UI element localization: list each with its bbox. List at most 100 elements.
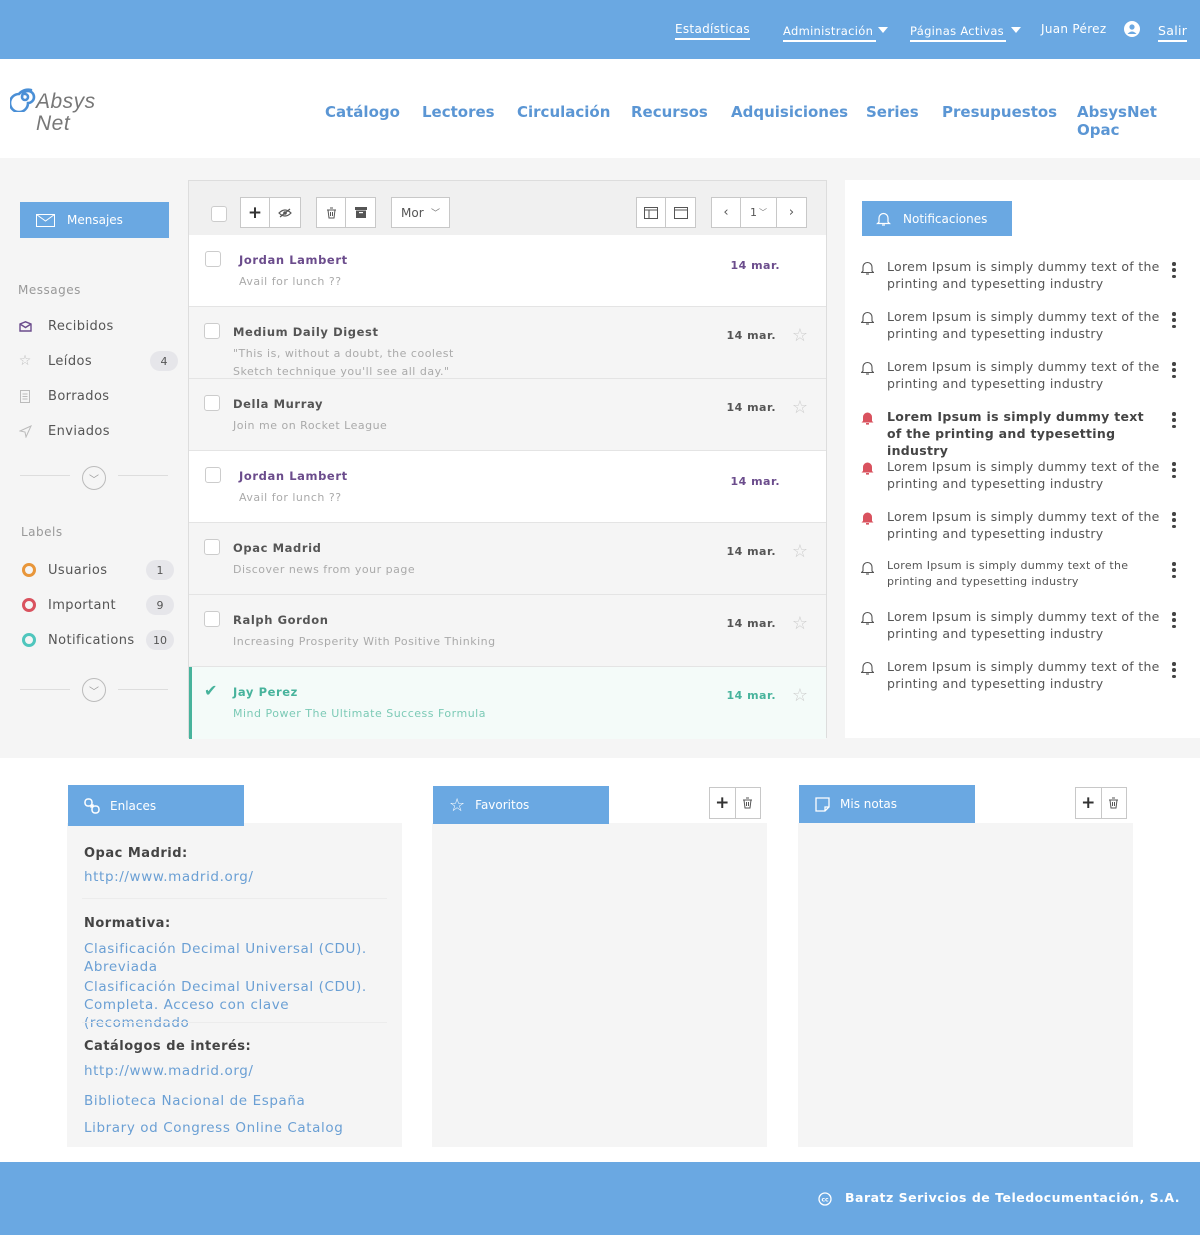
chevron-down-icon[interactable] bbox=[878, 27, 888, 33]
row-checkbox[interactable] bbox=[204, 395, 220, 411]
row-checkbox-checked[interactable]: ✔ bbox=[204, 683, 220, 699]
more-vertical-icon[interactable] bbox=[1172, 262, 1176, 278]
delete-button[interactable] bbox=[1100, 788, 1127, 818]
notificaciones-button[interactable]: Notificaciones bbox=[862, 201, 1012, 236]
add-button[interactable]: + bbox=[710, 788, 735, 818]
chevron-down-icon[interactable] bbox=[1011, 27, 1021, 33]
nav-catalogo[interactable]: Catálogo bbox=[325, 103, 400, 121]
star-icon[interactable]: ☆ bbox=[792, 397, 808, 418]
paginas-activas-menu[interactable]: Páginas Activas bbox=[910, 24, 1006, 42]
notification-text: Lorem Ipsum is simply dummy text of the … bbox=[887, 309, 1160, 341]
nav-lectores[interactable]: Lectores bbox=[422, 103, 495, 121]
row-checkbox[interactable] bbox=[204, 611, 220, 627]
inbox-icon bbox=[18, 319, 32, 333]
bell-icon bbox=[860, 560, 875, 575]
delete-button[interactable] bbox=[734, 788, 761, 818]
star-icon[interactable]: ☆ bbox=[792, 325, 808, 346]
delete-button[interactable] bbox=[316, 197, 346, 228]
more-vertical-icon[interactable] bbox=[1172, 612, 1176, 628]
folder-label: Enviados bbox=[48, 423, 110, 439]
row-checkbox[interactable] bbox=[205, 467, 221, 483]
more-vertical-icon[interactable] bbox=[1172, 362, 1176, 378]
svg-text:cc: cc bbox=[821, 1197, 829, 1204]
teal-ring-icon bbox=[22, 633, 36, 647]
mail-toolbar: + Mor ﹀ ‹ 1 ﹀ › bbox=[189, 181, 826, 235]
star-icon[interactable]: ☆ bbox=[792, 685, 808, 706]
label-usuarios[interactable]: Usuarios 1 bbox=[22, 559, 174, 581]
prev-page-button[interactable]: ‹ bbox=[711, 197, 741, 228]
catalogo-link[interactable]: Library od Congress Online Catalog bbox=[84, 1119, 343, 1137]
message-row[interactable]: Jordan Lambert Avail for lunch ?? 14 mar… bbox=[189, 235, 826, 307]
archive-button[interactable] bbox=[345, 197, 376, 228]
notification-item[interactable]: Lorem Ipsum is simply dummy text of the … bbox=[861, 458, 1186, 498]
next-page-button[interactable]: › bbox=[776, 197, 807, 228]
notification-item[interactable]: Lorem Ipsum is simply dummy text of the … bbox=[861, 508, 1186, 548]
folder-borrados[interactable]: Borrados bbox=[18, 385, 178, 407]
folder-leidos[interactable]: ☆ Leídos 4 bbox=[18, 350, 178, 372]
message-row[interactable]: Medium Daily Digest "This is, without a … bbox=[189, 307, 826, 379]
star-icon[interactable]: ☆ bbox=[792, 613, 808, 634]
opac-link[interactable]: http://www.madrid.org/ bbox=[84, 868, 254, 886]
divider bbox=[118, 475, 168, 476]
normativa-link[interactable]: Clasificación Decimal Universal (CDU). A… bbox=[84, 940, 384, 976]
orange-ring-icon bbox=[22, 563, 36, 577]
add-button[interactable]: + bbox=[240, 197, 270, 228]
row-checkbox[interactable] bbox=[205, 251, 221, 267]
administracion-menu[interactable]: Administración bbox=[783, 24, 876, 42]
message-row[interactable]: Jordan Lambert Avail for lunch ?? 14 mar… bbox=[189, 451, 826, 523]
folder-enviados[interactable]: Enviados bbox=[18, 420, 178, 442]
nav-adquisiciones[interactable]: Adquisiciones bbox=[731, 103, 848, 121]
absysnet-logo[interactable]: Absys Net bbox=[10, 82, 120, 142]
more-dropdown[interactable]: Mor ﹀ bbox=[391, 197, 450, 228]
row-checkbox[interactable] bbox=[204, 323, 220, 339]
hide-button[interactable] bbox=[269, 197, 301, 228]
more-vertical-icon[interactable] bbox=[1172, 312, 1176, 328]
star-icon[interactable]: ☆ bbox=[792, 541, 808, 562]
notification-item[interactable]: Lorem Ipsum is simply dummy text of the … bbox=[860, 558, 1186, 598]
message-row[interactable]: Della Murray Join me on Rocket League 14… bbox=[189, 379, 826, 451]
mis-notas-header: Mis notas bbox=[799, 785, 975, 823]
notification-item[interactable]: Lorem Ipsum is simply dummy text of the … bbox=[860, 258, 1186, 298]
sender-name: Ralph Gordon bbox=[233, 613, 329, 627]
more-vertical-icon[interactable] bbox=[1172, 562, 1176, 578]
nav-presupuestos[interactable]: Presupuestos bbox=[942, 103, 1057, 121]
notification-item[interactable]: Lorem Ipsum is simply dummy text of the … bbox=[860, 608, 1186, 648]
split-view-button[interactable] bbox=[636, 197, 666, 228]
catalogo-link[interactable]: http://www.madrid.org/ bbox=[84, 1062, 254, 1080]
nav-recursos[interactable]: Recursos bbox=[631, 103, 708, 121]
expand-chevron-icon[interactable]: ﹀ bbox=[82, 466, 106, 490]
message-row[interactable]: Ralph Gordon Increasing Prosperity With … bbox=[189, 595, 826, 667]
label-name: Usuarios bbox=[48, 562, 108, 578]
folder-recibidos[interactable]: Recibidos bbox=[18, 315, 178, 337]
nav-series[interactable]: Series bbox=[866, 103, 919, 121]
notification-item[interactable]: Lorem Ipsum is simply dummy text of the … bbox=[860, 358, 1186, 398]
nav-circulacion[interactable]: Circulación bbox=[517, 103, 610, 121]
message-row-selected[interactable]: ✔ Jay Perez Mind Power The Ultimate Succ… bbox=[189, 667, 826, 739]
user-icon[interactable] bbox=[1124, 21, 1140, 37]
more-vertical-icon[interactable] bbox=[1172, 412, 1176, 428]
label-important[interactable]: Important 9 bbox=[22, 594, 174, 616]
row-checkbox[interactable] bbox=[204, 539, 220, 555]
expand-chevron-icon[interactable]: ﹀ bbox=[82, 678, 106, 702]
label-notifications[interactable]: Notifications 10 bbox=[22, 629, 174, 651]
add-button[interactable]: + bbox=[1076, 788, 1101, 818]
estadisticas-link[interactable]: Estadísticas bbox=[675, 22, 750, 40]
full-view-button[interactable] bbox=[665, 197, 696, 228]
normativa-link[interactable]: Clasificación Decimal Universal (CDU). C… bbox=[84, 978, 384, 1032]
bell-icon bbox=[860, 260, 875, 275]
nav-absysnet-opac[interactable]: AbsysNet Opac bbox=[1077, 103, 1200, 139]
notification-item[interactable]: Lorem Ipsum is simply dummy text of the … bbox=[860, 308, 1186, 348]
more-vertical-icon[interactable] bbox=[1172, 462, 1176, 478]
catalogo-link[interactable]: Biblioteca Nacional de España bbox=[84, 1092, 305, 1110]
salir-link[interactable]: Salir bbox=[1158, 23, 1188, 42]
more-vertical-icon[interactable] bbox=[1172, 512, 1176, 528]
message-row[interactable]: Opac Madrid Discover news from your page… bbox=[189, 523, 826, 595]
notification-item[interactable]: Lorem Ipsum is simply dummy text of the … bbox=[861, 408, 1186, 458]
notification-item[interactable]: Lorem Ipsum is simply dummy text of the … bbox=[860, 658, 1186, 698]
more-vertical-icon[interactable] bbox=[1172, 662, 1176, 678]
select-all-checkbox[interactable] bbox=[211, 206, 227, 222]
notification-text: Lorem Ipsum is simply dummy text of the … bbox=[887, 359, 1160, 391]
mensajes-button[interactable]: Mensajes bbox=[20, 202, 169, 238]
page-select[interactable]: 1 ﹀ bbox=[740, 197, 777, 228]
trash-icon bbox=[1109, 797, 1119, 809]
